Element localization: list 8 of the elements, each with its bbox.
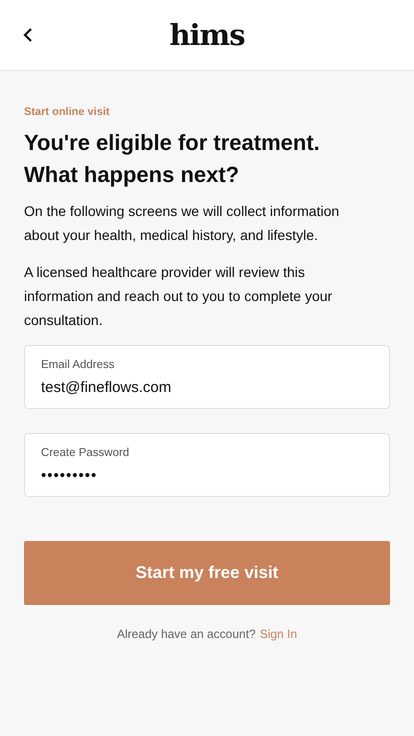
description-text: On the following screens we will collect information about your health, medical history, and lifestyle. <box>24 202 340 245</box>
description-text: A licensed healthcare provider will review this information and reach out to you to complete your consultation. <box>24 263 334 330</box>
email-field[interactable]: Email Address test@fineflows.com <box>24 345 390 409</box>
logo: hims <box>169 21 245 50</box>
password-field[interactable]: Create Password ••••••••• <box>24 433 390 497</box>
page-heading: You're eligible for treatment. What happens next? <box>24 129 321 189</box>
eyebrow-text: Start online visit <box>24 105 111 119</box>
account-prompt-text: Already have an account? <box>116 626 256 643</box>
